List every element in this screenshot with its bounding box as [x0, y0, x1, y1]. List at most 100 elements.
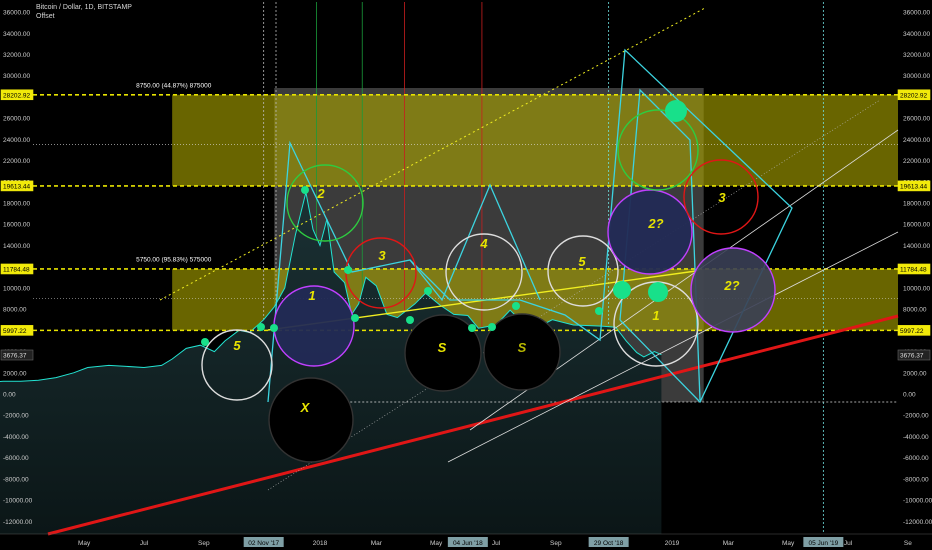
- price-tag-4-1: 3676.37: [900, 352, 924, 359]
- green-dot-4: [344, 266, 352, 274]
- wave-circle-2: [268, 377, 354, 463]
- chart-stage: { "header": { "symbol_line": "Bitcoin / …: [0, 0, 932, 550]
- y-tick-right-1: -10000.00: [903, 498, 932, 505]
- x-tick-14: 05 Jun '19: [808, 540, 838, 547]
- upper-yellow-zone: [172, 94, 898, 186]
- y-tick-left-3: -6000.00: [3, 455, 29, 462]
- y-tick-left-1: -10000.00: [3, 498, 33, 505]
- x-tick-9: Sep: [550, 540, 562, 547]
- y-tick-right-0: -12000.00: [903, 519, 932, 526]
- y-tick-left-5: -2000.00: [3, 413, 29, 420]
- zone-label-0: 8750.00 (44.87%) 875000: [136, 83, 212, 90]
- x-tick-2: Sep: [198, 540, 210, 547]
- green-dot-11: [595, 307, 603, 315]
- green-dot-5: [351, 314, 359, 322]
- wave-label-0: 5: [233, 338, 241, 353]
- price-tag-2-0: 11784.48: [3, 266, 30, 273]
- green-dot-10: [512, 302, 520, 310]
- y-tick-right-19: 26000.00: [903, 116, 930, 123]
- wave-label-3: 2: [316, 186, 325, 201]
- y-tick-left-11: 10000.00: [3, 285, 30, 292]
- y-tick-left-15: 18000.00: [3, 201, 30, 208]
- x-tick-10: 29 Oct '18: [594, 540, 624, 547]
- green-dot-2: [270, 324, 278, 332]
- green-dot-6: [406, 316, 414, 324]
- y-tick-right-21: 30000.00: [903, 73, 930, 80]
- y-tick-right-4: -4000.00: [903, 434, 929, 441]
- y-tick-left-17: 22000.00: [3, 158, 30, 165]
- x-tick-8: Jul: [492, 540, 501, 547]
- y-tick-right-2: -8000.00: [903, 476, 929, 483]
- wave-label-11: 3: [718, 190, 726, 205]
- y-tick-right-18: 24000.00: [903, 137, 930, 144]
- green-dot-1: [257, 323, 265, 331]
- y-tick-left-7: 2000.00: [3, 370, 27, 377]
- y-tick-right-15: 18000.00: [903, 201, 930, 208]
- y-tick-left-19: 26000.00: [3, 116, 30, 123]
- price-tag-0-1: 28202.92: [900, 92, 927, 99]
- wave-label-5: S: [438, 340, 447, 355]
- price-tag-4-0: 3676.37: [3, 352, 27, 359]
- wave-circle-9: [607, 189, 693, 275]
- y-tick-right-5: -2000.00: [903, 413, 929, 420]
- wave-label-1: 1: [308, 288, 315, 303]
- y-tick-left-22: 32000.00: [3, 52, 30, 59]
- y-tick-right-14: 16000.00: [903, 222, 930, 229]
- y-tick-left-14: 16000.00: [3, 222, 30, 229]
- x-tick-11: 2019: [665, 540, 680, 547]
- x-tick-5: Mar: [371, 540, 383, 547]
- y-tick-left-24: 36000.00: [3, 10, 30, 17]
- green-dot-0: [201, 338, 209, 346]
- y-tick-right-6: 0.00: [903, 392, 916, 399]
- x-tick-1: Jul: [140, 540, 149, 547]
- price-tag-0-0: 28202.92: [3, 92, 30, 99]
- price-tag-1-0: 19613.44: [3, 183, 30, 190]
- x-tick-7: 04 Jun '18: [453, 540, 483, 547]
- y-tick-right-3: -6000.00: [903, 455, 929, 462]
- y-tick-right-11: 10000.00: [903, 285, 930, 292]
- wave-label-7: S: [518, 340, 527, 355]
- x-tick-13: May: [782, 540, 795, 547]
- chart-legend: Bitcoin / Dollar, 1D, BITSTAMP Offset: [36, 3, 132, 21]
- y-tick-right-23: 34000.00: [903, 31, 930, 38]
- price-tag-3-1: 5997.22: [900, 328, 924, 335]
- y-tick-left-18: 24000.00: [3, 137, 30, 144]
- green-dot-12: [613, 281, 631, 299]
- y-tick-left-10: 8000.00: [3, 307, 27, 314]
- x-tick-0: May: [78, 540, 91, 547]
- y-tick-right-24: 36000.00: [903, 10, 930, 17]
- price-tag-3-0: 5997.22: [3, 328, 27, 335]
- x-tick-12: Mar: [723, 540, 735, 547]
- symbol-title: Bitcoin / Dollar, 1D, BITSTAMP: [36, 4, 132, 11]
- green-dot-8: [468, 324, 476, 332]
- green-dot-7: [424, 287, 432, 295]
- green-dot-14: [665, 100, 687, 122]
- wave-label-8: 5: [578, 254, 586, 269]
- y-tick-left-4: -4000.00: [3, 434, 29, 441]
- y-tick-left-6: 0.00: [3, 392, 16, 399]
- y-tick-right-22: 32000.00: [903, 52, 930, 59]
- y-tick-left-0: -12000.00: [3, 519, 33, 526]
- x-tick-15: Jul: [844, 540, 853, 547]
- indicator-label[interactable]: Offset: [36, 12, 132, 21]
- wave-label-4: 3: [378, 248, 386, 263]
- price-tag-1-1: 19613.44: [900, 183, 927, 190]
- y-tick-left-13: 14000.00: [3, 243, 30, 250]
- x-tick-4: 2018: [313, 540, 328, 547]
- x-tick-16: Se: [904, 540, 912, 547]
- y-tick-left-23: 34000.00: [3, 31, 30, 38]
- x-tick-6: May: [430, 540, 443, 547]
- wave-label-6: 4: [479, 236, 488, 251]
- y-tick-left-2: -8000.00: [3, 476, 29, 483]
- zone-label-1: 5750.00 (95.83%) 575000: [136, 257, 212, 264]
- y-tick-left-21: 30000.00: [3, 73, 30, 80]
- y-tick-right-17: 22000.00: [903, 158, 930, 165]
- price-tag-2-1: 11784.48: [900, 266, 927, 273]
- y-tick-right-13: 14000.00: [903, 243, 930, 250]
- wave-label-12: 2?: [723, 278, 739, 293]
- wave-label-2: X: [300, 400, 311, 415]
- green-dot-3: [301, 186, 309, 194]
- price-chart[interactable]: 5 1 X 2 3 S 4 S 5 2? 1 3 2? 8750.00 (44.87%) 875000 57…: [0, 0, 932, 550]
- wave-label-10: 1: [652, 308, 659, 323]
- green-dot-9: [488, 323, 496, 331]
